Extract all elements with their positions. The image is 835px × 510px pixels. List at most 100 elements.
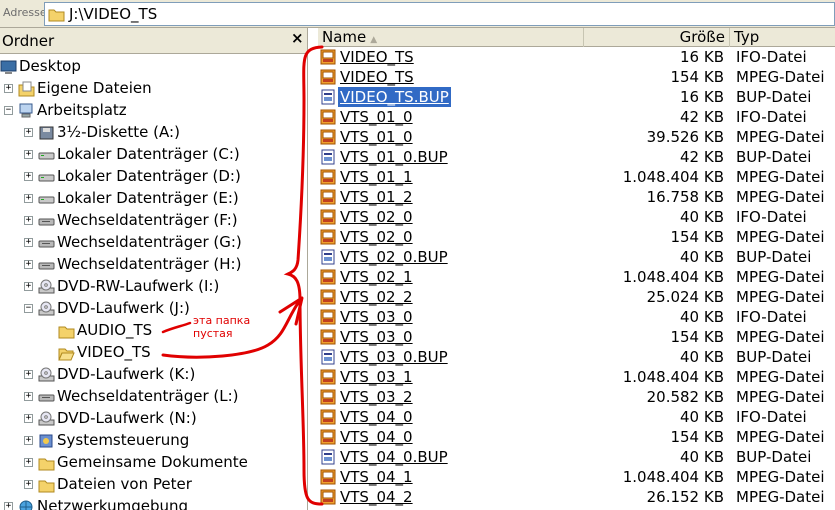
expand-icon[interactable]: + [4, 502, 13, 510]
file-row[interactable]: VTS_02_0.BUP 40 KB BUP-Datei [318, 247, 835, 267]
expand-icon[interactable]: + [24, 436, 33, 445]
file-row[interactable]: VTS_04_2 26.152 KB MPEG-Datei [318, 487, 835, 507]
file-name[interactable]: VTS_04_2 [338, 487, 415, 507]
address-path[interactable]: J:\VIDEO_TS [69, 5, 157, 23]
file-name[interactable]: VTS_02_0 [338, 207, 415, 227]
dvd-drive-icon [38, 279, 55, 294]
file-row[interactable]: VTS_04_0 154 KB MPEG-Datei [318, 427, 835, 447]
file-name[interactable]: VIDEO_TS.BUP [338, 87, 451, 107]
close-icon[interactable]: × [291, 29, 304, 47]
file-type: MPEG-Datei [736, 368, 825, 386]
expand-icon[interactable]: + [24, 370, 33, 379]
file-type: BUP-Datei [736, 348, 812, 366]
file-row[interactable]: VTS_01_2 16.758 KB MPEG-Datei [318, 187, 835, 207]
expand-icon[interactable]: + [24, 282, 33, 291]
collapse-icon[interactable]: − [4, 106, 13, 115]
file-row[interactable]: VTS_01_0 42 KB IFO-Datei [318, 107, 835, 127]
file-name[interactable]: VIDEO_TS [338, 47, 416, 67]
file-row[interactable]: VTS_02_2 25.024 KB MPEG-Datei [318, 287, 835, 307]
file-size: 39.526 KB [646, 128, 724, 146]
expand-icon[interactable]: + [24, 260, 33, 269]
file-name[interactable]: VTS_01_1 [338, 167, 415, 187]
expand-icon[interactable]: + [24, 194, 33, 203]
tree-item-label: Lokaler Datenträger (E:) [57, 189, 239, 207]
file-size: 154 KB [670, 228, 724, 246]
file-row[interactable]: VTS_03_1 1.048.404 KB MPEG-Datei [318, 367, 835, 387]
tree-item-label: Wechseldatenträger (H:) [57, 255, 242, 273]
expand-icon[interactable]: + [24, 480, 33, 489]
file-type: MPEG-Datei [736, 288, 825, 306]
file-name[interactable]: VIDEO_TS [338, 67, 416, 87]
expand-icon[interactable]: + [24, 238, 33, 247]
file-name[interactable]: VTS_04_0 [338, 407, 415, 427]
file-type: IFO-Datei [736, 408, 807, 426]
expand-icon[interactable]: + [24, 128, 33, 137]
expand-icon[interactable]: + [24, 458, 33, 467]
column-type[interactable]: Typ [730, 28, 835, 47]
file-size: 1.048.404 KB [622, 368, 724, 386]
removable-drive-icon [38, 262, 55, 270]
file-row[interactable]: VTS_01_0 39.526 KB MPEG-Datei [318, 127, 835, 147]
file-row[interactable]: VTS_03_0 40 KB IFO-Datei [318, 307, 835, 327]
expand-icon[interactable]: + [24, 392, 33, 401]
desktop-icon [0, 60, 17, 74]
bup-file-icon [321, 349, 335, 365]
tree-item-label: 3½-Diskette (A:) [57, 123, 180, 141]
file-row[interactable]: VTS_04_0 40 KB IFO-Datei [318, 407, 835, 427]
file-name[interactable]: VTS_03_2 [338, 387, 415, 407]
folder-open-icon [58, 348, 75, 361]
file-row[interactable]: VTS_04_1 1.048.404 KB MPEG-Datei [318, 467, 835, 487]
bup-file-icon [321, 449, 335, 465]
file-name[interactable]: VTS_02_2 [338, 287, 415, 307]
mpeg-file-icon [320, 389, 336, 405]
file-name[interactable]: VTS_03_0 [338, 327, 415, 347]
dvd-drive-icon [38, 301, 55, 316]
annotation-note: эта папка пустая [193, 314, 251, 340]
address-field[interactable]: J:\VIDEO_TS [44, 2, 835, 26]
expand-icon[interactable]: + [24, 216, 33, 225]
column-size[interactable]: Größe [584, 28, 730, 47]
file-type: BUP-Datei [736, 148, 812, 166]
file-row[interactable]: VIDEO_TS 16 KB IFO-Datei [318, 47, 835, 67]
expand-icon[interactable]: + [24, 172, 33, 181]
hard-drive-icon [38, 152, 55, 160]
mpeg-file-icon [320, 189, 336, 205]
file-name[interactable]: VTS_04_1 [338, 467, 415, 487]
file-list-pane: Name ▲ Größe Typ VIDEO_TS 16 KB IFO-Datei VI… [318, 28, 835, 510]
file-row[interactable]: VIDEO_TS.BUP 16 KB BUP-Datei [318, 87, 835, 107]
column-name[interactable]: Name ▲ [318, 28, 584, 47]
expand-icon[interactable]: + [4, 84, 13, 93]
file-name[interactable]: VTS_01_0.BUP [338, 147, 450, 167]
expand-icon[interactable]: + [24, 414, 33, 423]
file-row[interactable]: VTS_03_0 154 KB MPEG-Datei [318, 327, 835, 347]
file-name[interactable]: VTS_02_0.BUP [338, 247, 450, 267]
file-row[interactable]: VTS_02_1 1.048.404 KB MPEG-Datei [318, 267, 835, 287]
file-name[interactable]: VTS_02_0 [338, 227, 415, 247]
mpeg-file-icon [320, 469, 336, 485]
file-row[interactable]: VTS_03_2 20.582 KB MPEG-Datei [318, 387, 835, 407]
file-row[interactable]: VTS_01_1 1.048.404 KB MPEG-Datei [318, 167, 835, 187]
file-type: MPEG-Datei [736, 268, 825, 286]
file-type: MPEG-Datei [736, 168, 825, 186]
file-row[interactable]: VTS_02_0 154 KB MPEG-Datei [318, 227, 835, 247]
tree-item-label: Lokaler Datenträger (C:) [57, 145, 240, 163]
file-name[interactable]: VTS_01_0 [338, 127, 415, 147]
file-row[interactable]: VTS_01_0.BUP 42 KB BUP-Datei [318, 147, 835, 167]
file-name[interactable]: VTS_02_1 [338, 267, 415, 287]
file-size: 25.024 KB [646, 288, 724, 306]
file-row[interactable]: VIDEO_TS 154 KB MPEG-Datei [318, 67, 835, 87]
file-name[interactable]: VTS_03_1 [338, 367, 415, 387]
file-name[interactable]: VTS_03_0 [338, 307, 415, 327]
file-name[interactable]: VTS_01_2 [338, 187, 415, 207]
file-row[interactable]: VTS_04_0.BUP 40 KB BUP-Datei [318, 447, 835, 467]
file-row[interactable]: VTS_03_0.BUP 40 KB BUP-Datei [318, 347, 835, 367]
file-name[interactable]: VTS_04_0.BUP [338, 447, 450, 467]
ifo-file-icon [320, 309, 336, 325]
file-row[interactable]: VTS_02_0 40 KB IFO-Datei [318, 207, 835, 227]
expand-icon[interactable]: + [24, 150, 33, 159]
file-size: 16.758 KB [646, 188, 724, 206]
collapse-icon[interactable]: − [24, 304, 33, 313]
file-name[interactable]: VTS_03_0.BUP [338, 347, 450, 367]
file-name[interactable]: VTS_01_0 [338, 107, 415, 127]
file-name[interactable]: VTS_04_0 [338, 427, 415, 447]
